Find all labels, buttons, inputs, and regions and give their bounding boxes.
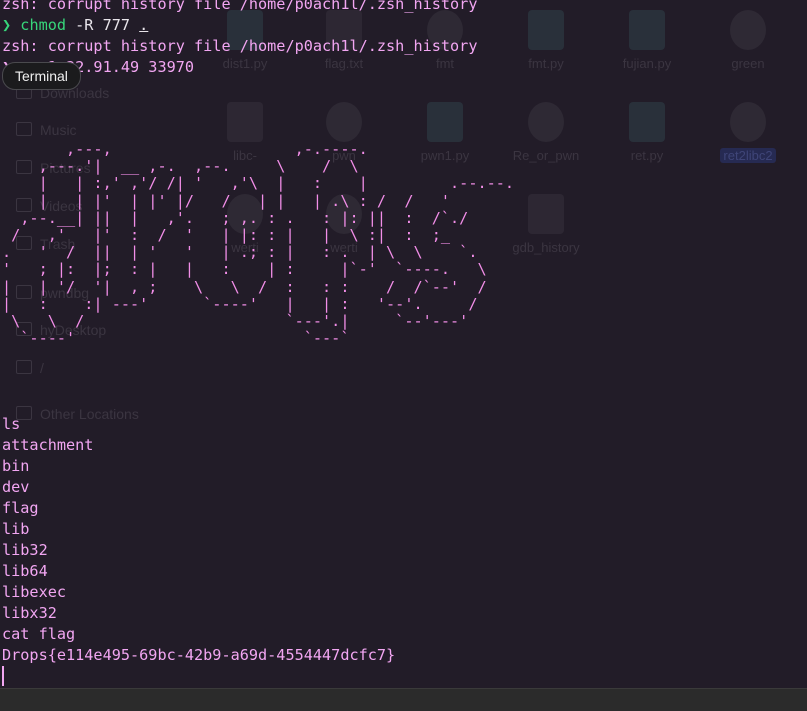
command-path: .: [139, 16, 149, 34]
command-name: chmod: [20, 16, 67, 34]
terminal-line: lib: [2, 520, 30, 538]
desktop-screen: Downloads Music Pictures Videos Trash pw…: [0, 0, 807, 711]
terminal-line: lib64: [2, 562, 48, 580]
bottom-status-bar: [0, 688, 807, 711]
terminal-line: zsh: corrupt history file /home/p0ach1l/…: [2, 0, 478, 13]
terminal-line: libexec: [2, 583, 67, 601]
terminal-line: libx32: [2, 604, 57, 622]
text-cursor: [2, 666, 4, 686]
terminal-line: flag: [2, 499, 39, 517]
terminal-line: cat flag: [2, 625, 76, 643]
terminal-line: zsh: corrupt history file /home/p0ach1l/…: [2, 37, 478, 55]
command-line: ❯ chmod -R 777 .: [2, 15, 148, 36]
terminal-tooltip: Terminal: [2, 62, 81, 90]
terminal-line: ls: [2, 415, 21, 433]
command-args: -R 777: [66, 16, 140, 34]
terminal-line: attachment: [2, 436, 94, 454]
terminal-line: bin: [2, 457, 30, 475]
terminal-line: lib32: [2, 541, 48, 559]
terminal-window[interactable]: zsh: corrupt history file /home/p0ach1l/…: [0, 0, 807, 688]
drops-ascii-banner: ,---, ,-.----. ,---.'| __ ,-. ,--. \ / \…: [2, 140, 515, 348]
prompt-chevron: ❯: [2, 16, 21, 34]
flag-output-line: Drops{e114e495-69bc-42b9-a69d-4554447dcf…: [2, 646, 396, 664]
terminal-line: dev: [2, 478, 30, 496]
